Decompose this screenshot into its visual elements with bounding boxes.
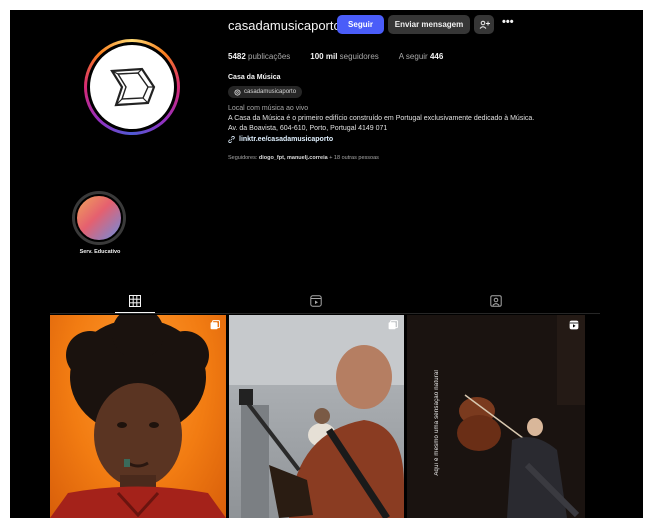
add-person-icon xyxy=(479,20,490,29)
active-tab-indicator xyxy=(115,312,155,313)
post-thumbnail-2[interactable] xyxy=(229,315,404,518)
story-highlight-cover xyxy=(75,194,123,242)
tab-reels[interactable] xyxy=(307,293,325,309)
following-stat[interactable]: A seguir 446 xyxy=(399,52,444,61)
more-options-icon[interactable]: ••• xyxy=(502,16,514,28)
profile-avatar-story-ring[interactable] xyxy=(84,39,180,135)
tagged-icon xyxy=(490,295,502,307)
profile-stats: 5482 publicações 100 mil seguidores A se… xyxy=(228,52,443,61)
carousel-icon xyxy=(388,320,398,330)
tab-tagged[interactable] xyxy=(487,293,505,309)
threads-handle: casadamusicaporto xyxy=(244,89,297,95)
bio-address: Av. da Boavista, 604-610, Porto, Portuga… xyxy=(228,125,388,132)
tabs-divider xyxy=(50,313,600,314)
post-thumbnail-1[interactable] xyxy=(50,315,226,518)
profile-username: casadamusicaporto xyxy=(228,18,341,33)
story-highlight-label[interactable]: Serv. Educativo xyxy=(67,249,133,255)
send-message-button[interactable]: Enviar mensagem xyxy=(388,15,470,34)
post-overlay-text: Aqui é mesmo uma sensação natural xyxy=(434,370,440,476)
profile-link[interactable]: linktr.ee/casadamusicaporto xyxy=(228,136,333,143)
grid-icon xyxy=(129,295,141,307)
profile-full-name: Casa da Música xyxy=(228,74,281,81)
followers-stat[interactable]: 100 mil seguidores xyxy=(310,52,379,61)
profile-bio: Local com música ao vivo A Casa da Músic… xyxy=(228,104,608,134)
tab-posts[interactable] xyxy=(126,293,144,309)
casa-da-musica-logo-icon xyxy=(110,67,156,107)
carousel-icon xyxy=(210,320,220,330)
reels-icon xyxy=(310,295,322,307)
portrait-photo xyxy=(50,315,226,518)
threads-badge[interactable]: casadamusicaporto xyxy=(228,86,303,98)
profile-avatar xyxy=(90,45,174,129)
instagram-profile-page: casadamusicaporto Seguir Enviar mensagem… xyxy=(10,10,643,518)
threads-icon xyxy=(234,88,241,96)
profile-category: Local com música ao vivo xyxy=(228,105,309,112)
link-icon xyxy=(228,136,235,143)
profile-link-text: linktr.ee/casadamusicaporto xyxy=(239,136,334,143)
guitar-player-photo xyxy=(229,315,404,518)
post-thumbnail-3[interactable]: Aqui é mesmo uma sensação natural xyxy=(407,315,585,518)
reel-icon xyxy=(569,320,579,330)
story-highlight[interactable] xyxy=(72,191,126,245)
bio-description: A Casa da Música é o primeiro edifício c… xyxy=(228,115,535,122)
followed-by[interactable]: Seguidores: diogo_fpt, manuelj.correia +… xyxy=(228,155,379,161)
suggest-accounts-button[interactable] xyxy=(474,15,494,34)
posts-stat: 5482 publicações xyxy=(228,52,291,61)
follow-button[interactable]: Seguir xyxy=(337,15,384,34)
